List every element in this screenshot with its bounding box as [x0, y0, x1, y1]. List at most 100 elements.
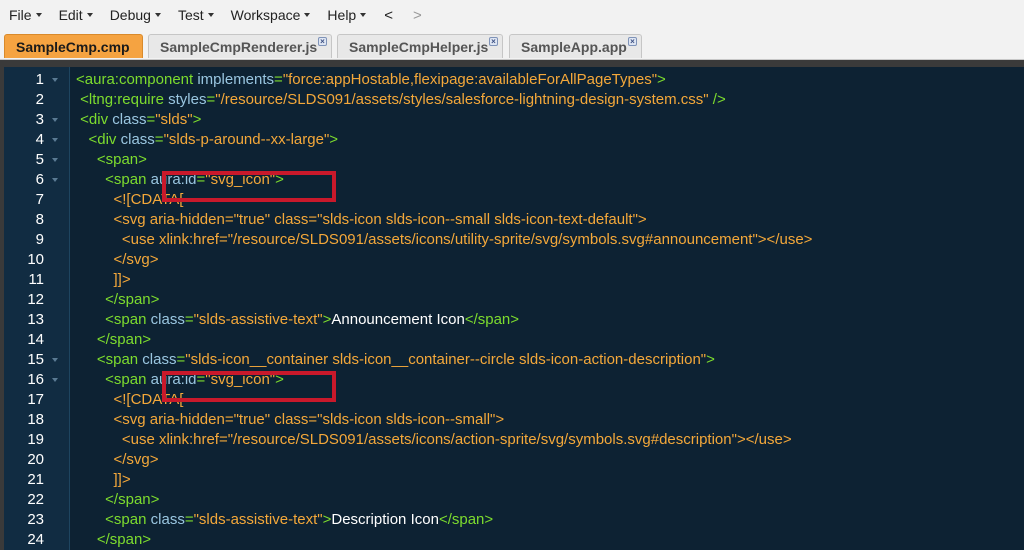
- fold-arrow-icon[interactable]: [52, 358, 58, 362]
- code-line[interactable]: 21 ]]>: [4, 470, 1024, 490]
- fold-arrow-icon[interactable]: [52, 158, 58, 162]
- code-token: </svg>: [76, 451, 159, 468]
- tab-label: SampleApp.app: [521, 38, 627, 55]
- fold-arrow-icon[interactable]: [52, 78, 58, 82]
- code-token: <ltng:require: [76, 91, 169, 108]
- tab-label: SampleCmpHelper.js: [349, 38, 489, 55]
- tab-label: SampleCmpRenderer.js: [160, 38, 318, 55]
- code-line[interactable]: 22 </span>: [4, 490, 1024, 510]
- code-text: <svg aria-hidden="true" class="slds-icon…: [76, 210, 647, 230]
- menu-edit[interactable]: Edit: [50, 0, 101, 30]
- line-number: 19: [27, 431, 44, 448]
- code-token: Announcement Icon: [331, 311, 465, 328]
- code-line[interactable]: 9 <use xlink:href="/resource/SLDS091/ass…: [4, 230, 1024, 250]
- code-token: <svg aria-hidden="true" class="slds-icon…: [76, 211, 647, 228]
- code-token: class: [142, 351, 177, 368]
- code-text: <span class="slds-icon__container slds-i…: [76, 350, 715, 370]
- code-line[interactable]: 6 <span aura:id="svg_icon">: [4, 170, 1024, 190]
- back-arrow-button[interactable]: <: [374, 7, 403, 24]
- chevron-down-icon: [154, 13, 161, 17]
- code-line[interactable]: 18 <svg aria-hidden="true" class="slds-i…: [4, 410, 1024, 430]
- code-line[interactable]: 24 </span>: [4, 530, 1024, 550]
- close-icon[interactable]: ×: [628, 37, 637, 46]
- code-text: </span>: [76, 490, 159, 510]
- code-line[interactable]: 17 <![CDATA[: [4, 390, 1024, 410]
- highlight-box-aura-id-line-6: [162, 171, 336, 202]
- tab-bar: SampleCmp.cmp SampleCmpRenderer.js × Sam…: [0, 30, 1024, 60]
- menu-file-label: File: [9, 7, 32, 23]
- code-text: <span>: [76, 150, 147, 170]
- close-icon[interactable]: ×: [489, 37, 498, 46]
- code-text: </span>: [76, 530, 151, 550]
- menu-help-label: Help: [327, 7, 357, 23]
- code-token: class: [112, 111, 147, 128]
- code-line[interactable]: 2 <ltng:require styles="/resource/SLDS09…: [4, 90, 1024, 110]
- code-line[interactable]: 10 </svg>: [4, 250, 1024, 270]
- line-number: 7: [35, 191, 44, 208]
- menu-help[interactable]: Help: [318, 0, 374, 30]
- code-token: class: [150, 511, 185, 528]
- menu-workspace[interactable]: Workspace: [222, 0, 319, 30]
- code-token: "slds": [155, 111, 193, 128]
- line-number: 8: [35, 211, 44, 228]
- code-text: </span>: [76, 290, 159, 310]
- code-token: "force:appHostable,flexipage:availableFo…: [282, 71, 658, 88]
- menu-test[interactable]: Test: [169, 0, 222, 30]
- menu-debug[interactable]: Debug: [101, 0, 169, 30]
- line-number: 17: [27, 391, 44, 408]
- code-line[interactable]: 23 <span class="slds-assistive-text">Des…: [4, 510, 1024, 530]
- code-token: </span>: [76, 291, 160, 308]
- code-text: <ltng:require styles="/resource/SLDS091/…: [76, 90, 726, 110]
- code-line[interactable]: 3 <div class="slds">: [4, 110, 1024, 130]
- code-token: <span: [76, 351, 143, 368]
- code-line[interactable]: 5 <span>: [4, 150, 1024, 170]
- code-token: Description Icon: [331, 511, 439, 528]
- tab-samplecmp-cmp[interactable]: SampleCmp.cmp: [4, 34, 143, 58]
- code-line[interactable]: 16 <span aura:id="svg_icon">: [4, 370, 1024, 390]
- tab-samplecmprenderer-js[interactable]: SampleCmpRenderer.js ×: [148, 34, 332, 58]
- fold-arrow-icon[interactable]: [52, 138, 58, 142]
- tab-samplecmphelper-js[interactable]: SampleCmpHelper.js ×: [337, 34, 503, 58]
- code-line[interactable]: 8 <svg aria-hidden="true" class="slds-ic…: [4, 210, 1024, 230]
- code-token: styles: [168, 91, 207, 108]
- code-text: <use xlink:href="/resource/SLDS091/asset…: [76, 230, 813, 250]
- line-number: 12: [27, 291, 44, 308]
- menu-bar: File Edit Debug Test Workspace Help < >: [0, 0, 1024, 30]
- code-text: <svg aria-hidden="true" class="slds-icon…: [76, 410, 505, 430]
- code-token: =: [146, 111, 156, 128]
- fold-arrow-icon[interactable]: [52, 378, 58, 382]
- line-number: 3: [35, 111, 44, 128]
- line-number: 9: [35, 231, 44, 248]
- code-text: ]]>: [76, 470, 131, 490]
- code-token: <span: [76, 511, 151, 528]
- code-token: class: [120, 131, 155, 148]
- code-token: "/resource/SLDS091/assets/styles/salesfo…: [215, 91, 709, 108]
- code-token: "slds-icon__container slds-icon__contain…: [185, 351, 707, 368]
- code-token: =: [154, 131, 164, 148]
- code-line[interactable]: 20 </svg>: [4, 450, 1024, 470]
- code-line[interactable]: 4 <div class="slds-p-around--xx-large">: [4, 130, 1024, 150]
- code-line[interactable]: 1 <aura:component implements="force:appHo…: [4, 70, 1024, 90]
- menu-file[interactable]: File: [0, 0, 50, 30]
- code-text: </span>: [76, 330, 151, 350]
- code-token: >: [192, 111, 202, 128]
- tab-sampleapp-app[interactable]: SampleApp.app ×: [509, 34, 642, 58]
- code-line[interactable]: 12 </span>: [4, 290, 1024, 310]
- code-line[interactable]: 11 ]]>: [4, 270, 1024, 290]
- chevron-down-icon: [360, 13, 367, 17]
- forward-arrow-button[interactable]: >: [403, 7, 432, 24]
- line-number: 11: [28, 271, 44, 288]
- menu-workspace-label: Workspace: [230, 7, 301, 23]
- code-line[interactable]: 13 <span class="slds-assistive-text">Ann…: [4, 310, 1024, 330]
- code-editor[interactable]: 1 <aura:component implements="force:appHo…: [4, 67, 1024, 550]
- line-number: 6: [35, 171, 44, 188]
- code-line[interactable]: 7 <![CDATA[: [4, 190, 1024, 210]
- code-token: =: [206, 91, 216, 108]
- line-number: 22: [27, 491, 44, 508]
- fold-arrow-icon[interactable]: [52, 118, 58, 122]
- code-line[interactable]: 15 <span class="slds-icon__container sld…: [4, 350, 1024, 370]
- close-icon[interactable]: ×: [318, 37, 327, 46]
- code-line[interactable]: 14 </span>: [4, 330, 1024, 350]
- code-line[interactable]: 19 <use xlink:href="/resource/SLDS091/as…: [4, 430, 1024, 450]
- fold-arrow-icon[interactable]: [52, 178, 58, 182]
